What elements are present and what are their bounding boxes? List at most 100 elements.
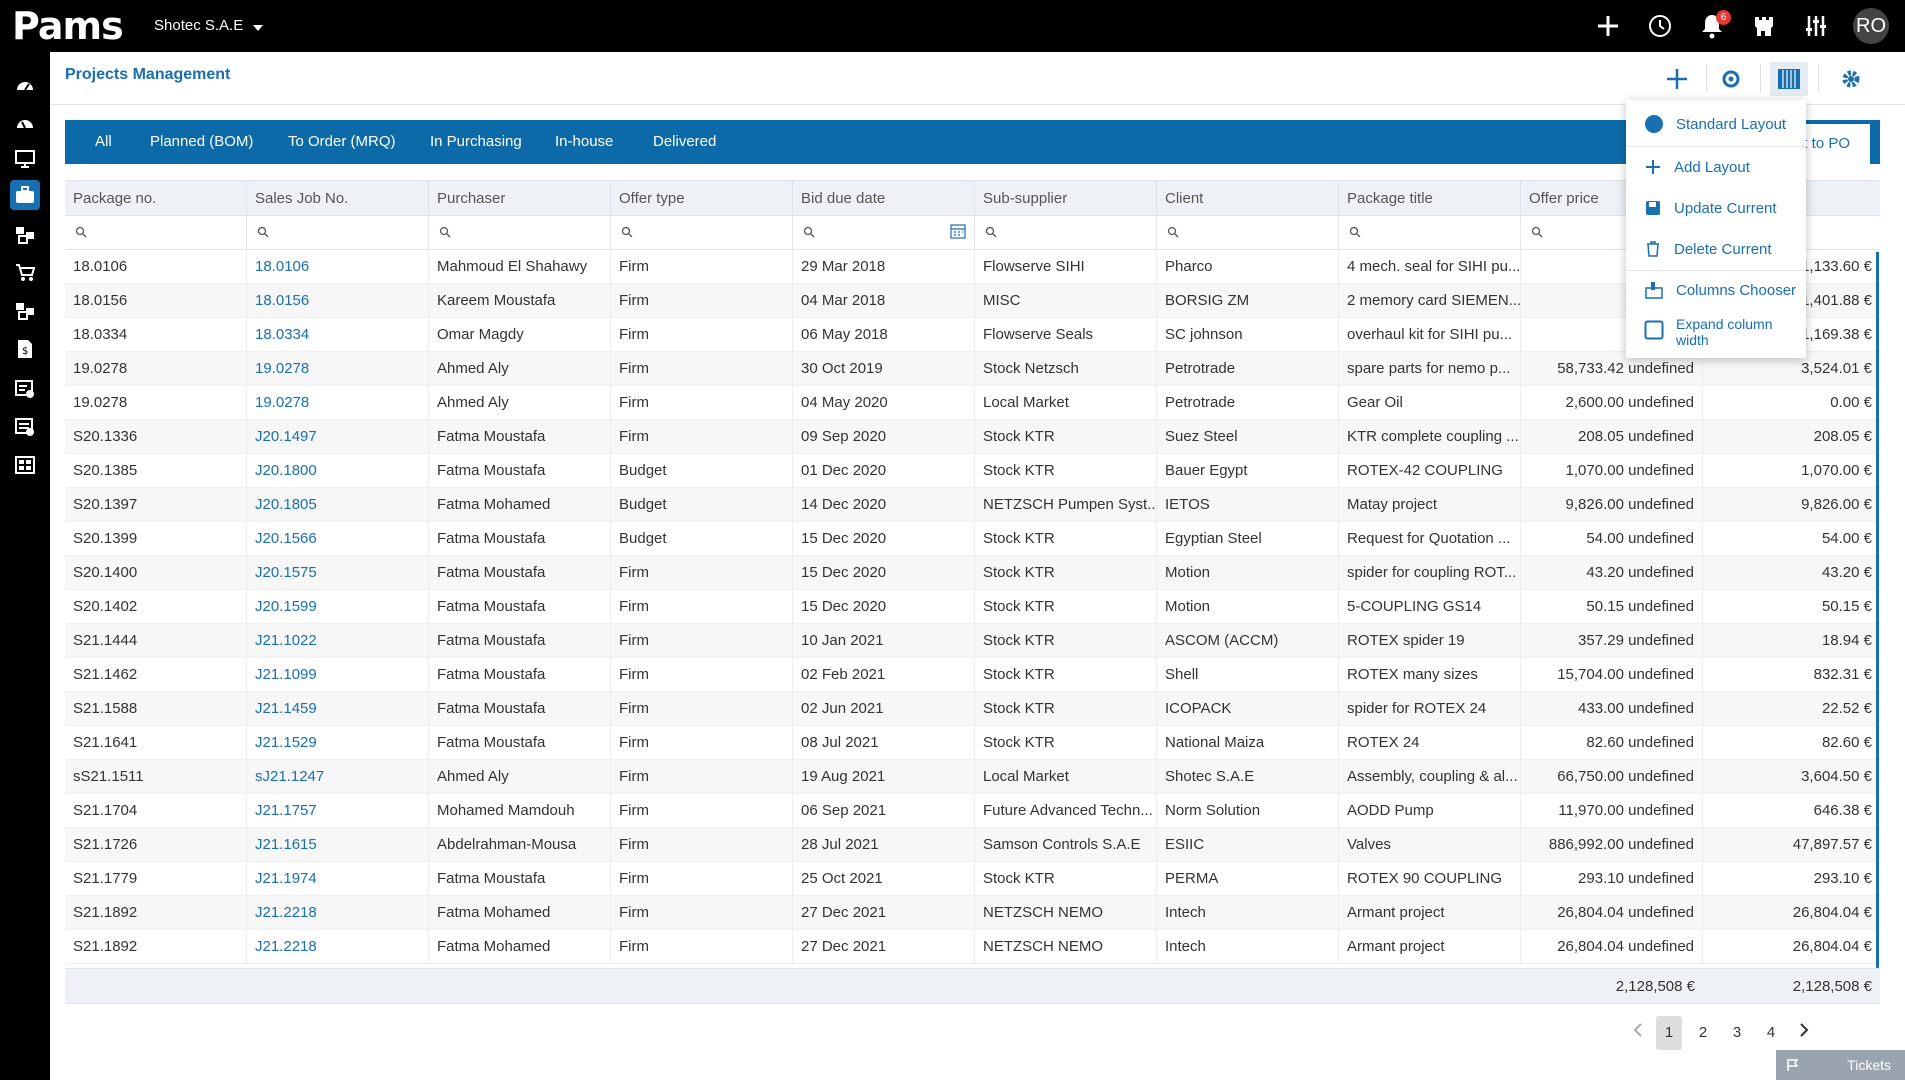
cell-sales-job-no[interactable]: J20.1575 xyxy=(247,556,429,590)
briefcase-icon[interactable] xyxy=(10,180,40,210)
table-row[interactable]: S21.1726 J21.1615 Abdelrahman-Mousa Firm 28 … xyxy=(65,828,1880,862)
column-header-purchaser[interactable]: Purchaser xyxy=(429,181,611,217)
column-header-sub-supplier[interactable]: Sub-supplier xyxy=(975,181,1157,217)
monitor-icon[interactable] xyxy=(10,144,40,174)
table-row[interactable]: S21.1462 J21.1099 Fatma Moustafa Firm 02 Feb… xyxy=(65,658,1880,692)
invoice-icon[interactable]: $ xyxy=(10,334,40,364)
add-icon[interactable] xyxy=(1593,9,1623,43)
table-row[interactable]: S20.1402 J20.1599 Fatma Moustafa Firm 15 Dec… xyxy=(65,590,1880,624)
column-header-sales-job-no[interactable]: Sales Job No. xyxy=(247,181,429,217)
page-4[interactable]: 4 xyxy=(1758,1016,1784,1050)
table-row[interactable]: S21.1641 J21.1529 Fatma Moustafa Firm 08 Jul… xyxy=(65,726,1880,760)
layout-icon[interactable] xyxy=(1770,62,1808,96)
filter-sales-job-no[interactable] xyxy=(247,216,429,250)
filter-package-no[interactable] xyxy=(65,216,247,250)
add-icon[interactable] xyxy=(1660,62,1694,96)
cell-sales-job-no[interactable]: 18.0334 xyxy=(247,318,429,352)
modules-alt-icon[interactable] xyxy=(10,296,40,326)
app-logo[interactable]: Pams xyxy=(12,6,124,46)
cell-sales-job-no[interactable]: J20.1566 xyxy=(247,522,429,556)
cell-sales-job-no[interactable]: 19.0278 xyxy=(247,386,429,420)
cell-sales-job-no[interactable]: J21.1974 xyxy=(247,862,429,896)
tab-planned-bom[interactable]: Planned (BOM) xyxy=(150,120,253,164)
cell-sales-job-no[interactable]: J21.2218 xyxy=(247,896,429,930)
table-row[interactable]: sS21.1511 sJ21.1247 Ahmed Aly Firm 19 Aug 20… xyxy=(65,760,1880,794)
column-header-package-title[interactable]: Package title xyxy=(1339,181,1521,217)
table-row[interactable]: 18.0156 18.0156 Kareem Moustafa Firm 04 Mar … xyxy=(65,284,1880,318)
castle-icon[interactable] xyxy=(1749,9,1779,43)
table-row[interactable]: S20.1400 J20.1575 Fatma Moustafa Firm 15 Dec… xyxy=(65,556,1880,590)
cart-icon[interactable] xyxy=(10,258,40,288)
page-3[interactable]: 3 xyxy=(1724,1016,1750,1050)
column-header-client[interactable]: Client xyxy=(1157,181,1339,217)
grid-icon[interactable] xyxy=(10,450,40,480)
avatar[interactable]: RO xyxy=(1853,8,1889,44)
bell-icon[interactable]: 6 xyxy=(1697,9,1731,43)
filter-bid-due-date[interactable] xyxy=(793,216,975,250)
prev-page-icon[interactable] xyxy=(1626,1016,1650,1050)
column-header-package-no[interactable]: Package no. xyxy=(65,181,247,217)
column-header-offer-type[interactable]: Offer type xyxy=(611,181,793,217)
report-icon[interactable] xyxy=(10,412,40,442)
filter-offer-type[interactable] xyxy=(611,216,793,250)
cell-sales-job-no[interactable]: 19.0278 xyxy=(247,352,429,386)
cell-sales-job-no[interactable]: J20.1800 xyxy=(247,454,429,488)
cell-sales-job-no[interactable]: 18.0156 xyxy=(247,284,429,318)
table-row[interactable]: 18.0106 18.0106 Mahmoud El Shahawy Firm 29 M… xyxy=(65,250,1880,284)
dashboard-icon[interactable] xyxy=(10,68,40,98)
cell-sales-job-no[interactable]: J21.1099 xyxy=(247,658,429,692)
table-row[interactable]: 19.0278 19.0278 Ahmed Aly Firm 30 Oct 2019 St… xyxy=(65,352,1880,386)
menu-item-standard-layout[interactable]: Standard Layout xyxy=(1626,107,1806,141)
tab-all[interactable]: All xyxy=(95,120,112,164)
scrollbar[interactable] xyxy=(1876,252,1879,968)
tab-in-purchasing[interactable]: In Purchasing xyxy=(430,120,522,164)
modules-icon[interactable] xyxy=(10,220,40,250)
menu-item-delete-current[interactable]: Delete Current xyxy=(1626,232,1806,266)
menu-item-columns-chooser[interactable]: Columns Chooser xyxy=(1626,273,1806,307)
table-row[interactable]: S21.1892 J21.2218 Fatma Mohamed Firm 27 Dec … xyxy=(65,930,1880,964)
sliders-icon[interactable] xyxy=(1801,9,1831,43)
cell-sales-job-no[interactable]: J21.2218 xyxy=(247,930,429,964)
calendar-icon[interactable] xyxy=(950,223,966,239)
table-row[interactable]: 19.0278 19.0278 Ahmed Aly Firm 04 May 2020 Lo… xyxy=(65,386,1880,420)
page-2[interactable]: 2 xyxy=(1690,1016,1716,1050)
menu-item-update-current[interactable]: Update Current xyxy=(1626,191,1806,225)
cell-sales-job-no[interactable]: J21.1529 xyxy=(247,726,429,760)
cell-sales-job-no[interactable]: J20.1497 xyxy=(247,420,429,454)
history-icon[interactable] xyxy=(1645,9,1675,43)
dashboard-alt-icon[interactable] xyxy=(10,106,40,136)
menu-item-expand-column-width[interactable]: Expand column width xyxy=(1626,314,1806,352)
next-page-icon[interactable] xyxy=(1792,1016,1816,1050)
cell-sales-job-no[interactable]: J21.1459 xyxy=(247,692,429,726)
cell-sales-job-no[interactable]: J21.1615 xyxy=(247,828,429,862)
table-row[interactable]: S20.1336 J20.1497 Fatma Moustafa Firm 09 Sep… xyxy=(65,420,1880,454)
table-row[interactable]: S21.1704 J21.1757 Mohamed Mamdouh Firm 06 Se… xyxy=(65,794,1880,828)
page-1[interactable]: 1 xyxy=(1656,1016,1682,1050)
refresh-icon[interactable] xyxy=(1714,62,1748,96)
cell-sales-job-no[interactable]: J21.1022 xyxy=(247,624,429,658)
filter-sub-supplier[interactable] xyxy=(975,216,1157,250)
tab-to-order-mrq[interactable]: To Order (MRQ) xyxy=(288,120,396,164)
cell-sales-job-no[interactable]: J21.1757 xyxy=(247,794,429,828)
filter-client[interactable] xyxy=(1157,216,1339,250)
table-row[interactable]: S21.1588 J21.1459 Fatma Moustafa Firm 02 Jun… xyxy=(65,692,1880,726)
filter-package-title[interactable] xyxy=(1339,216,1521,250)
table-row[interactable]: S20.1397 J20.1805 Fatma Mohamed Budget 14 De… xyxy=(65,488,1880,522)
tab-delivered[interactable]: Delivered xyxy=(653,120,716,164)
checklist-icon[interactable] xyxy=(10,374,40,404)
cell-sales-job-no[interactable]: J20.1805 xyxy=(247,488,429,522)
table-row[interactable]: S21.1444 J21.1022 Fatma Moustafa Firm 10 Jan… xyxy=(65,624,1880,658)
tab-in-house[interactable]: In-house xyxy=(555,120,613,164)
table-row[interactable]: S20.1385 J20.1800 Fatma Moustafa Budget 01 D… xyxy=(65,454,1880,488)
cell-sales-job-no[interactable]: sJ21.1247 xyxy=(247,760,429,794)
column-header-bid-due-date[interactable]: Bid due date xyxy=(793,181,975,217)
table-row[interactable]: S21.1779 J21.1974 Fatma Moustafa Firm 25 Oct… xyxy=(65,862,1880,896)
table-row[interactable]: S21.1892 J21.2218 Fatma Mohamed Firm 27 Dec … xyxy=(65,896,1880,930)
table-row[interactable]: S20.1399 J20.1566 Fatma Moustafa Budget 15 D… xyxy=(65,522,1880,556)
table-row[interactable]: 18.0334 18.0334 Omar Magdy Firm 06 May 2018 F… xyxy=(65,318,1880,352)
company-selector[interactable]: Shotec S.A.E xyxy=(154,17,264,34)
cell-sales-job-no[interactable]: J20.1599 xyxy=(247,590,429,624)
menu-item-add-layout[interactable]: Add Layout xyxy=(1626,150,1806,184)
cell-sales-job-no[interactable]: 18.0106 xyxy=(247,250,429,284)
gear-icon[interactable] xyxy=(1834,62,1868,96)
